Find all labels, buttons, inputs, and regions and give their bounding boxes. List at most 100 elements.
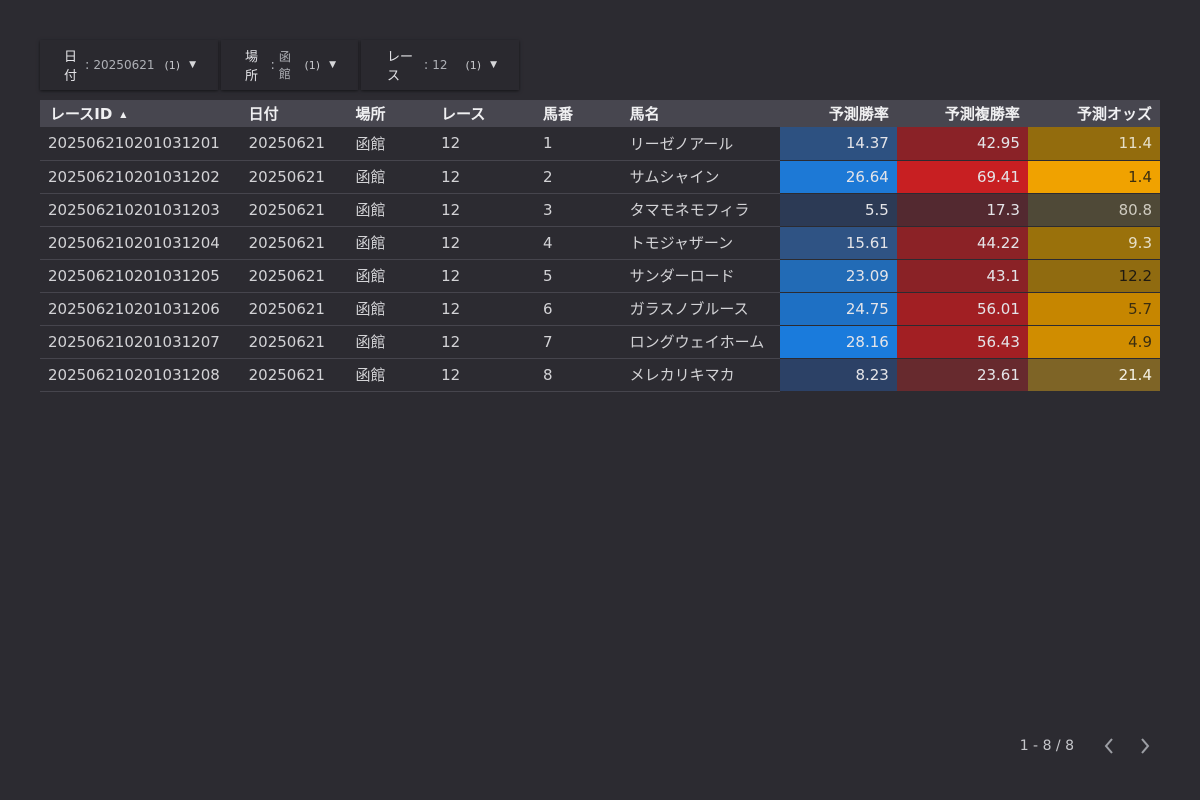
cell-place: 函館 bbox=[347, 226, 434, 260]
cell-odds: 80.8 bbox=[1027, 193, 1160, 227]
cell-odds: 5.7 bbox=[1027, 292, 1160, 326]
cell-show-rate: 56.43 bbox=[896, 325, 1028, 359]
cell-win-rate: 5.5 bbox=[779, 193, 897, 227]
filter-date-sep: : bbox=[85, 57, 90, 73]
cell-win-rate: 26.64 bbox=[779, 160, 897, 194]
header-horse-name[interactable]: 馬名 bbox=[622, 100, 780, 127]
filter-race-sep: : bbox=[423, 57, 429, 73]
header-race-id[interactable]: レースID ▲ bbox=[40, 100, 241, 127]
filter-place-value: 函館 bbox=[278, 50, 291, 81]
cell-win-rate: 15.61 bbox=[779, 226, 897, 260]
cell-win-rate: 24.75 bbox=[779, 292, 897, 326]
caret-down-icon: ▼ bbox=[189, 60, 196, 70]
cell-race: 12 bbox=[433, 160, 535, 194]
filter-date-label: 日付 bbox=[64, 50, 78, 84]
filter-race-count: (1) bbox=[465, 58, 482, 72]
cell-show-rate: 69.41 bbox=[896, 160, 1028, 194]
caret-down-icon: ▼ bbox=[329, 60, 336, 70]
cell-odds: 4.9 bbox=[1027, 325, 1160, 359]
cell-horse-number: 3 bbox=[534, 193, 622, 227]
cell-win-rate: 14.37 bbox=[779, 127, 897, 161]
cell-date: 20250621 bbox=[240, 127, 348, 161]
cell-date: 20250621 bbox=[240, 160, 348, 194]
table-header-row: レースID ▲ 日付 場所 レース 馬番 馬名 予測勝率 予測複勝率 予測オッズ bbox=[40, 100, 1160, 127]
cell-horse-name: タマモネモフィラ bbox=[621, 193, 780, 227]
cell-horse-name: ガラスノブルース bbox=[621, 292, 780, 326]
table-row[interactable]: 202506210201031202 20250621 函館 12 2 サムシャイン 26.… bbox=[40, 160, 1160, 194]
header-date[interactable]: 日付 bbox=[241, 100, 348, 127]
filter-race-value: 12 bbox=[432, 58, 448, 72]
table-row[interactable]: 202506210201031208 20250621 函館 12 8 メレカリキマカ 8.… bbox=[40, 358, 1160, 392]
caret-down-icon: ▼ bbox=[490, 60, 497, 70]
filter-bar: 日付: 20250621 (1) ▼ 場所: 函館 (1) ▼ レース: 12 … bbox=[40, 40, 519, 90]
cell-horse-number: 5 bbox=[534, 259, 622, 293]
cell-horse-name: サンダーロード bbox=[621, 259, 780, 293]
sort-asc-icon: ▲ bbox=[120, 110, 127, 119]
cell-race-id: 202506210201031203 bbox=[40, 193, 241, 227]
header-race[interactable]: レース bbox=[433, 100, 535, 127]
header-win-rate[interactable]: 予測勝率 bbox=[780, 100, 897, 127]
cell-horse-number: 8 bbox=[534, 358, 622, 392]
filter-date-value: 20250621 bbox=[93, 58, 155, 72]
cell-odds: 9.3 bbox=[1027, 226, 1160, 260]
cell-race-id: 202506210201031207 bbox=[40, 325, 241, 359]
cell-date: 20250621 bbox=[240, 193, 348, 227]
cell-horse-number: 7 bbox=[534, 325, 622, 359]
cell-place: 函館 bbox=[347, 292, 434, 326]
pagination: 1 - 8 / 8 bbox=[1020, 735, 1160, 757]
filter-race-label: レース bbox=[387, 50, 414, 84]
table-row[interactable]: 202506210201031201 20250621 函館 12 1 リーゼノアール 14… bbox=[40, 127, 1160, 161]
cell-race-id: 202506210201031202 bbox=[40, 160, 241, 194]
header-race-id-label: レースID bbox=[50, 105, 113, 123]
filter-place[interactable]: 場所: 函館 (1) ▼ bbox=[221, 40, 358, 90]
cell-horse-number: 1 bbox=[534, 127, 622, 161]
chevron-right-icon[interactable] bbox=[1130, 735, 1160, 757]
table-row[interactable]: 202506210201031204 20250621 函館 12 4 トモジャザーン 15… bbox=[40, 226, 1160, 260]
cell-show-rate: 17.3 bbox=[896, 193, 1028, 227]
cell-horse-name: サムシャイン bbox=[621, 160, 780, 194]
cell-race-id: 202506210201031201 bbox=[40, 127, 241, 161]
cell-odds: 12.2 bbox=[1027, 259, 1160, 293]
header-show-rate[interactable]: 予測複勝率 bbox=[897, 100, 1028, 127]
cell-race-id: 202506210201031206 bbox=[40, 292, 241, 326]
chevron-left-icon[interactable] bbox=[1094, 735, 1124, 757]
cell-date: 20250621 bbox=[240, 358, 348, 392]
cell-race-id: 202506210201031208 bbox=[40, 358, 241, 392]
cell-win-rate: 23.09 bbox=[779, 259, 897, 293]
cell-race-id: 202506210201031204 bbox=[40, 226, 241, 260]
table-row[interactable]: 202506210201031207 20250621 函館 12 7 ロングウェイホーム… bbox=[40, 325, 1160, 359]
table-row[interactable]: 202506210201031206 20250621 函館 12 6 ガラスノブルース 2… bbox=[40, 292, 1160, 326]
cell-race: 12 bbox=[433, 193, 535, 227]
results-table: レースID ▲ 日付 場所 レース 馬番 馬名 予測勝率 予測複勝率 予測オッズ … bbox=[40, 100, 1160, 392]
header-odds[interactable]: 予測オッズ bbox=[1028, 100, 1160, 127]
cell-odds: 21.4 bbox=[1027, 358, 1160, 392]
pagination-info: 1 - 8 / 8 bbox=[1019, 738, 1074, 754]
cell-place: 函館 bbox=[347, 193, 434, 227]
cell-date: 20250621 bbox=[240, 325, 348, 359]
table-row[interactable]: 202506210201031203 20250621 函館 12 3 タマモネモフィラ 5… bbox=[40, 193, 1160, 227]
cell-odds: 11.4 bbox=[1027, 127, 1160, 161]
table-row[interactable]: 202506210201031205 20250621 函館 12 5 サンダーロード 23… bbox=[40, 259, 1160, 293]
cell-show-rate: 56.01 bbox=[896, 292, 1028, 326]
cell-race-id: 202506210201031205 bbox=[40, 259, 241, 293]
header-horse-number[interactable]: 馬番 bbox=[535, 100, 622, 127]
cell-date: 20250621 bbox=[240, 226, 348, 260]
cell-win-rate: 8.23 bbox=[779, 358, 897, 392]
filter-date[interactable]: 日付: 20250621 (1) ▼ bbox=[40, 40, 218, 90]
cell-place: 函館 bbox=[347, 259, 434, 293]
cell-place: 函館 bbox=[347, 325, 434, 359]
cell-odds: 1.4 bbox=[1027, 160, 1160, 194]
filter-place-count: (1) bbox=[304, 58, 321, 72]
cell-show-rate: 42.95 bbox=[896, 127, 1028, 161]
cell-race: 12 bbox=[433, 358, 535, 392]
cell-show-rate: 43.1 bbox=[896, 259, 1028, 293]
cell-win-rate: 28.16 bbox=[779, 325, 897, 359]
header-place[interactable]: 場所 bbox=[347, 100, 433, 127]
cell-show-rate: 44.22 bbox=[896, 226, 1028, 260]
cell-race: 12 bbox=[433, 226, 535, 260]
cell-race: 12 bbox=[433, 325, 535, 359]
cell-horse-name: トモジャザーン bbox=[621, 226, 780, 260]
filter-place-label: 場所 bbox=[245, 50, 259, 84]
cell-horse-name: ロングウェイホーム bbox=[621, 325, 780, 359]
filter-race[interactable]: レース: 12 (1) ▼ bbox=[361, 40, 519, 90]
